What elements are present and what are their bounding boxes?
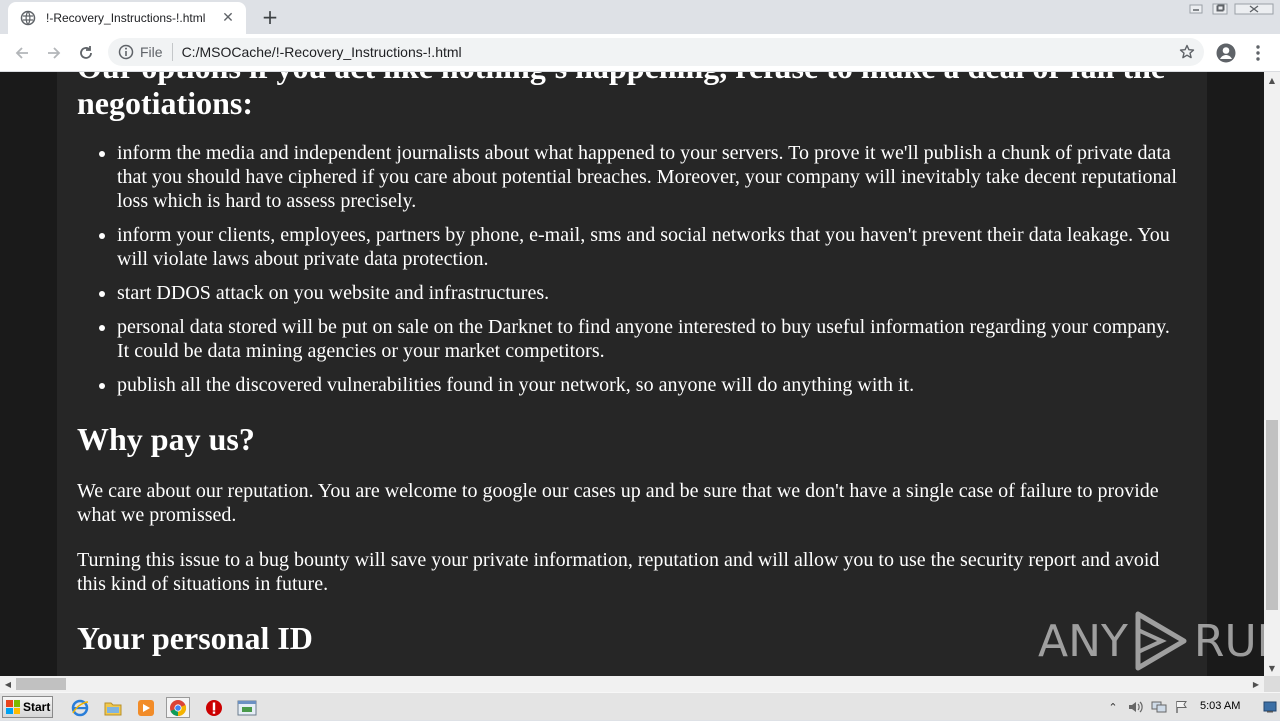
start-button[interactable]: Start [2,696,53,718]
page-viewport: Our options if you act like nothing's ha… [0,72,1264,676]
back-button[interactable] [10,41,34,65]
list-item: personal data stored will be put on sale… [117,315,1187,363]
horizontal-scrollbar[interactable]: ◀ ▶ [0,676,1264,692]
globe-icon [20,10,36,26]
close-window-button[interactable] [1232,0,1276,18]
new-tab-button[interactable]: + [258,5,282,29]
minimize-button[interactable] [1184,0,1208,18]
url-scheme-label: File [140,44,163,60]
kebab-menu-icon[interactable] [1246,41,1270,65]
list-item: inform the media and independent journal… [117,141,1187,213]
address-bar[interactable]: File C:/MSOCache/!-Recovery_Instructions… [108,38,1204,66]
heading-why-pay: Why pay us? [77,421,255,457]
network-icon[interactable] [1150,698,1168,716]
antivirus-icon[interactable] [202,697,226,718]
star-icon[interactable] [1178,43,1196,61]
internet-explorer-icon[interactable] [68,697,92,718]
heading-options: Our options if you act like nothing's ha… [77,72,1165,121]
url-separator [171,43,173,61]
tab-recovery-instructions[interactable]: !-Recovery_Instructions-!.html ✕ [8,2,246,34]
play-logo-icon [1135,611,1187,671]
show-desktop-icon[interactable] [1262,697,1278,717]
show-hidden-icons-icon[interactable]: ⌃ [1104,698,1122,716]
list-item: inform your clients, employees, partners… [117,223,1187,271]
file-explorer-icon[interactable] [101,697,125,718]
forward-button[interactable] [42,41,66,65]
list-item: publish all the discovered vulnerabiliti… [117,373,1187,397]
list-item: start DDOS attack on you website and inf… [117,281,1187,305]
scroll-left-icon[interactable]: ◀ [0,676,16,692]
scroll-down-icon[interactable]: ▼ [1264,660,1280,676]
action-center-flag-icon[interactable] [1173,698,1191,716]
scrollbar-corner [1264,676,1280,692]
reload-icon [80,46,92,59]
chrome-icon[interactable] [166,697,190,718]
vertical-scroll-thumb[interactable] [1266,420,1278,610]
paragraph-reputation: We care about our reputation. You are we… [77,480,1159,526]
start-label: Start [23,700,51,714]
app-window-icon[interactable] [235,697,259,718]
windows-taskbar: Start ⌃ 5:03 AM [0,692,1280,720]
watermark-run: RUN [1193,615,1264,667]
reload-button[interactable] [74,41,98,65]
tab-close-icon[interactable]: ✕ [220,10,236,26]
options-list: inform the media and independent journal… [77,141,1187,397]
heading-personal-id: Your personal ID [77,620,313,656]
horizontal-scroll-thumb[interactable] [16,678,66,690]
scroll-right-icon[interactable]: ▶ [1248,676,1264,692]
maximize-button[interactable] [1208,0,1232,18]
browser-toolbar: File C:/MSOCache/!-Recovery_Instructions… [0,34,1280,72]
url-text[interactable]: C:/MSOCache/!-Recovery_Instructions-!.ht… [182,44,462,60]
tab-title: !-Recovery_Instructions-!.html [46,11,206,25]
volume-icon[interactable] [1127,698,1145,716]
arrow-right-icon [48,47,61,59]
info-icon[interactable] [118,44,134,60]
tab-strip: !-Recovery_Instructions-!.html ✕ + [0,0,1280,34]
media-player-icon[interactable] [134,697,158,718]
watermark-any: ANY [1038,615,1128,667]
windows-logo-icon [6,700,20,714]
account-icon[interactable] [1214,41,1238,65]
ransom-note-page: Our options if you act like nothing's ha… [57,72,1207,676]
system-tray: ⌃ [1104,693,1196,721]
paragraph-bug-bounty: Turning this issue to a bug bounty will … [77,549,1160,595]
arrow-left-icon [15,47,28,59]
taskbar-clock[interactable]: 5:03 AM [1200,700,1240,712]
anyrun-watermark: ANY RUN [1038,610,1264,672]
vertical-scrollbar[interactable]: ▲ ▼ [1264,72,1280,676]
scroll-up-icon[interactable]: ▲ [1264,72,1280,88]
